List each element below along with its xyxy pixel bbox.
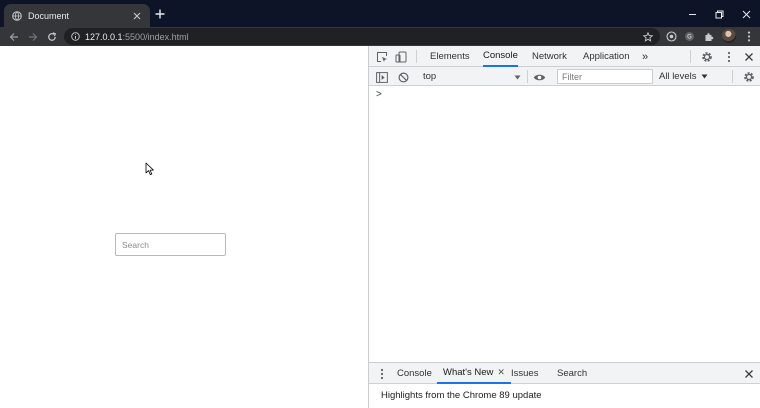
console-toolbar: top All levels xyxy=(369,67,760,86)
tab-application[interactable]: Application xyxy=(583,46,629,67)
console-output[interactable]: > xyxy=(369,86,760,362)
search-input[interactable] xyxy=(115,233,226,256)
close-icon[interactable] xyxy=(742,367,756,381)
devtools-drawer: Console What's New ✕ Issues Search Highl… xyxy=(369,362,760,408)
clear-console-icon[interactable] xyxy=(396,70,410,84)
kebab-menu-icon[interactable] xyxy=(741,29,756,44)
new-tab-plus-icon[interactable] xyxy=(153,7,167,21)
star-icon[interactable] xyxy=(641,30,654,43)
url-path: :5500/index.html xyxy=(122,31,189,42)
drawer-tab-whats-new[interactable]: What's New ✕ xyxy=(437,363,511,384)
devtools-panel: Elements Console Network Application » t… xyxy=(368,46,760,408)
tab-console[interactable]: Console xyxy=(483,46,518,67)
gear-icon[interactable] xyxy=(742,70,756,84)
extension-icon[interactable]: G xyxy=(682,29,697,44)
whats-new-highlights: Highlights from the Chrome 89 update xyxy=(381,390,542,401)
device-toolbar-icon[interactable] xyxy=(394,50,408,64)
inspect-element-icon[interactable] xyxy=(375,50,389,64)
url-host: 127.0.0.1 xyxy=(85,31,123,42)
address-bar[interactable]: 127.0.0.1:5500/index.html xyxy=(64,28,660,45)
chevron-down-icon xyxy=(514,72,521,83)
drawer-tab-issues[interactable]: Issues xyxy=(511,363,538,384)
console-filter-input[interactable] xyxy=(557,69,653,84)
arrow-right-icon[interactable] xyxy=(25,29,40,44)
minimize-icon[interactable] xyxy=(684,6,700,22)
browser-tab[interactable]: Document xyxy=(4,4,150,27)
browser-toolbar: 127.0.0.1:5500/index.html G xyxy=(0,27,760,46)
devtools-tabbar: Elements Console Network Application » xyxy=(369,46,760,67)
toolbar-divider xyxy=(690,50,691,63)
mouse-cursor-icon xyxy=(145,162,154,175)
tab-elements[interactable]: Elements xyxy=(430,46,470,67)
reload-icon[interactable] xyxy=(44,29,59,44)
browser-titlebar: Document xyxy=(0,0,760,27)
context-selector[interactable]: top xyxy=(423,69,523,83)
eye-icon[interactable] xyxy=(532,70,546,84)
toolbar-divider xyxy=(732,70,733,83)
extension-icon[interactable] xyxy=(664,29,679,44)
log-levels-dropdown[interactable]: All levels xyxy=(659,69,708,84)
log-levels-label: All levels xyxy=(659,71,697,82)
console-prompt[interactable]: > xyxy=(376,89,382,100)
close-tab-icon[interactable]: ✕ xyxy=(497,367,505,378)
arrow-left-icon[interactable] xyxy=(6,29,21,44)
drawer-tab-console[interactable]: Console xyxy=(397,363,432,384)
page-viewport xyxy=(0,46,368,408)
toolbar-divider xyxy=(527,70,528,83)
tab-close-icon[interactable] xyxy=(130,9,144,23)
drawer-tabbar: Console What's New ✕ Issues Search xyxy=(369,363,760,384)
tab-network[interactable]: Network xyxy=(532,46,567,67)
more-tabs-icon[interactable]: » xyxy=(642,46,648,67)
sidebar-toggle-icon[interactable] xyxy=(375,70,389,84)
close-icon[interactable] xyxy=(742,50,756,64)
kebab-menu-icon[interactable] xyxy=(722,50,736,64)
close-window-icon[interactable] xyxy=(738,6,754,22)
gear-icon[interactable] xyxy=(700,50,714,64)
context-value: top xyxy=(423,70,437,82)
chevron-down-icon xyxy=(701,74,708,79)
toolbar-divider xyxy=(416,50,417,63)
profile-avatar[interactable] xyxy=(722,29,736,43)
globe-icon xyxy=(12,10,22,21)
svg-text:G: G xyxy=(687,34,692,41)
url-text: 127.0.0.1:5500/index.html xyxy=(85,32,189,42)
kebab-menu-icon[interactable] xyxy=(375,367,389,381)
info-icon[interactable] xyxy=(71,32,80,41)
puzzle-icon[interactable] xyxy=(702,29,717,44)
drawer-tab-label: What's New xyxy=(443,367,494,378)
restore-icon[interactable] xyxy=(711,6,727,22)
drawer-tab-search[interactable]: Search xyxy=(557,363,587,384)
tab-title: Document xyxy=(28,10,70,21)
